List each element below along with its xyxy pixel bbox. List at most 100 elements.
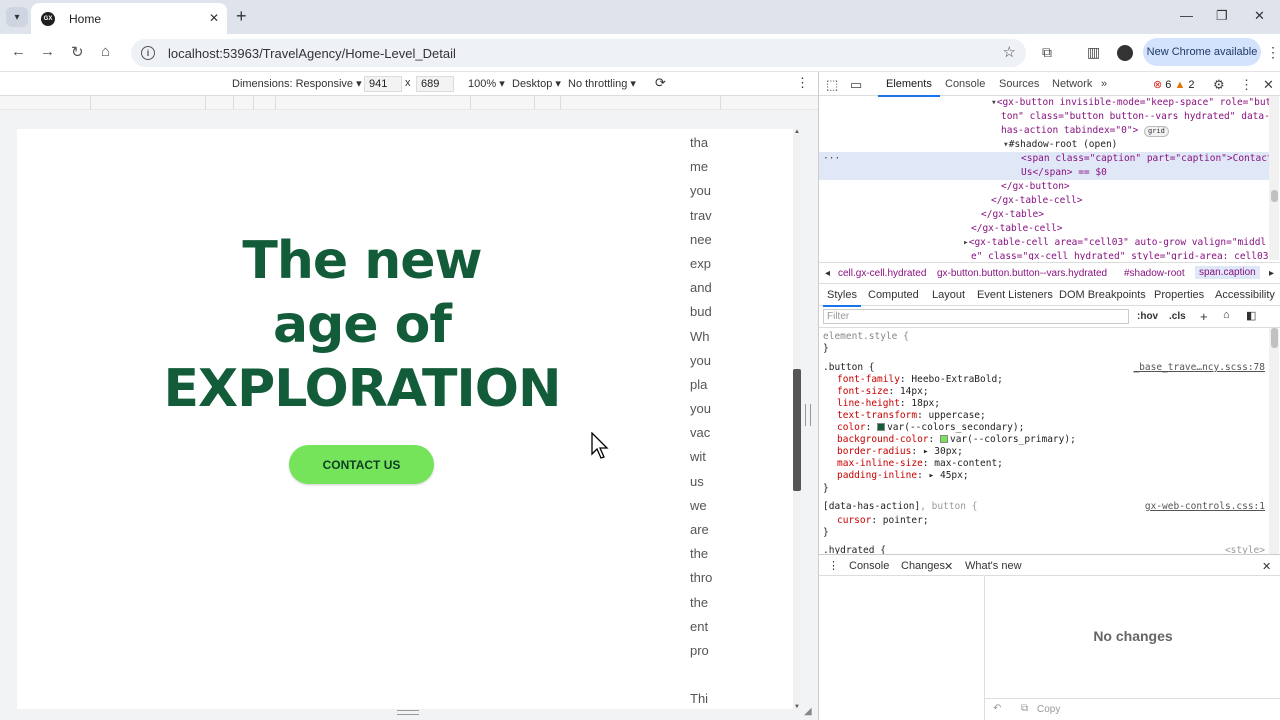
address-bar[interactable]: i localhost:53963/TravelAgency/Home-Leve… [131,39,1026,67]
devtools-more-icon[interactable]: ⋮ [1240,77,1253,93]
css-declaration[interactable]: font-family: Heebo-ExtraBold; [837,374,1003,386]
close-tab-icon[interactable]: ✕ [209,11,219,25]
new-rule-icon[interactable]: + [1200,309,1208,324]
styles-filter-input[interactable]: Filter [823,309,1129,324]
dom-line[interactable]: </gx-button> [1001,180,1070,194]
dom-line[interactable]: </gx-table> [981,208,1044,222]
tab-dom-breakpoints[interactable]: DOM Breakpoints [1059,289,1146,301]
cursor-declaration[interactable]: cursor: pointer; [837,515,929,527]
scroll-down-icon[interactable]: ▼ [793,704,801,710]
tab-styles[interactable]: Styles [823,289,861,307]
dom-tree[interactable]: ··· ▾<gx-button invisible-mode="keep-spa… [819,96,1271,260]
sidebar-toggle-icon[interactable]: ◧ [1246,309,1256,322]
tab-accessibility[interactable]: Accessibility [1215,289,1275,301]
width-input[interactable]: 941 [364,76,402,92]
css-declaration[interactable]: border-radius: ▸ 30px; [837,446,963,458]
dimensions-dropdown[interactable]: Dimensions: Responsive ▾ [232,77,362,90]
css-declaration[interactable]: font-size: 14px; [837,386,929,398]
tab-network[interactable]: Network [1052,78,1092,90]
bottom-resize-handle[interactable] [397,710,419,715]
new-tab-icon[interactable]: + [236,7,247,25]
scroll-up-icon[interactable]: ▲ [793,129,801,135]
tab-search-chevron-icon[interactable]: ▾ [6,7,28,27]
crumb-item[interactable]: #shadow-root [1124,268,1185,279]
css-declaration[interactable]: color: var(--colors_secondary); [837,422,1024,434]
url-text[interactable]: localhost:53963/TravelAgency/Home-Level_… [168,46,456,61]
close-devtools-icon[interactable]: ✕ [1263,77,1274,93]
extensions-icon[interactable]: ⧉ [1042,44,1052,61]
color-swatch[interactable] [939,435,948,443]
corner-resize-handle[interactable]: ◢ [804,706,812,717]
media-query-ruler[interactable] [0,96,818,110]
settings-gear-icon[interactable]: ⚙ [1213,77,1225,93]
close-window-icon[interactable]: ✕ [1254,8,1265,24]
drawer-menu-icon[interactable]: ⋮ [828,559,839,572]
css-declaration[interactable]: line-height: 18px; [837,398,940,410]
tab-elements[interactable]: Elements [878,78,940,97]
dom-line[interactable]: e" class="gx-cell hydrated" style="grid-… [971,250,1271,260]
crumb-item[interactable]: cell.gx-cell.hydrated [838,268,926,279]
site-info-icon[interactable]: i [141,46,155,60]
more-menu-icon[interactable]: ⋮ [1266,44,1280,61]
scrollbar-thumb[interactable] [793,369,801,491]
more-tabs-icon[interactable]: » [1101,78,1107,90]
minimize-icon[interactable]: — [1180,8,1193,23]
browser-tab[interactable]: GX Home ✕ [31,3,227,34]
height-input[interactable]: 689 [416,76,454,92]
color-swatch[interactable] [877,423,886,431]
tab-properties[interactable]: Properties [1154,289,1204,301]
dom-scroll-thumb[interactable] [1271,190,1278,202]
device-toggle-icon[interactable]: ▭ [850,77,862,93]
rotate-icon[interactable]: ⟳ [655,75,666,91]
reload-icon[interactable]: ↻ [71,43,84,61]
css-declaration[interactable]: background-color: var(--colors_primary); [837,434,1076,446]
home-icon[interactable]: ⌂ [101,43,110,60]
expand-arrow-icon[interactable]: ▸ [929,470,940,481]
button-rule-source-link[interactable]: _base_trave…ncy.scss:78 [1133,362,1265,374]
crumb-item-selected[interactable]: span.caption [1195,266,1260,279]
cls-toggle[interactable]: .cls [1169,311,1186,322]
crumb-scroll-right-icon[interactable]: ▸ [1269,268,1274,279]
dom-line[interactable]: ▾#shadow-root (open) [1003,138,1117,152]
crumb-item[interactable]: gx-button.button.button--vars.hydrated [937,268,1107,279]
inspect-element-icon[interactable]: ⬚ [826,77,838,93]
throttling-dropdown[interactable]: No throttling ▾ [568,77,636,90]
back-icon[interactable]: ← [11,43,26,60]
device-more-icon[interactable]: ⋮ [796,75,809,91]
maximize-icon[interactable]: ❐ [1216,8,1228,24]
css-declaration[interactable]: text-transform: uppercase; [837,410,986,422]
drawer-tab-whats-new[interactable]: What's new [965,560,1022,572]
hov-toggle[interactable]: :hov [1137,311,1158,322]
paint-icon[interactable]: ⌂ [1223,309,1230,321]
copy-icon[interactable]: ⧉ [1021,703,1028,714]
css-declaration[interactable]: max-inline-size: max-content; [837,458,1003,470]
tab-sources[interactable]: Sources [999,78,1039,90]
dom-line[interactable]: ▸<gx-table-cell area="cell03" auto-grow … [963,236,1266,250]
issues-counter[interactable]: ⊗ 6 ▲ 2 [1153,78,1195,91]
tab-event-listeners[interactable]: Event Listeners [977,289,1053,301]
tab-console[interactable]: Console [945,78,985,90]
expand-arrow-icon[interactable]: ▸ [923,446,934,457]
dom-line[interactable]: has-action tabindex="0"> grid [1001,124,1169,138]
dom-line[interactable]: </gx-table-cell> [991,194,1083,208]
forward-icon[interactable]: → [40,43,55,60]
grid-badge[interactable]: grid [1144,126,1169,137]
zoom-dropdown[interactable]: 100% ▾ [468,77,505,90]
action-rule-source-link[interactable]: gx-web-controls.css:1 [1145,501,1265,513]
right-resize-handle[interactable] [805,404,811,426]
dom-line[interactable]: <span class="caption" part="caption">Con… [1021,152,1271,166]
page-scrollbar[interactable]: ▲ ▼ [793,129,801,710]
new-chrome-available-button[interactable]: New Chrome available [1143,38,1261,66]
device-type-dropdown[interactable]: Desktop ▾ [512,77,561,90]
drawer-tab-changes[interactable]: Changes [896,560,950,578]
close-drawer-icon[interactable]: ✕ [1262,560,1271,573]
close-changes-tab-icon[interactable]: ✕ [944,560,953,573]
copy-label[interactable]: Copy [1037,704,1060,715]
side-panel-icon[interactable]: ▥ [1087,44,1100,61]
dom-line[interactable]: ton" class="button button--vars hydrated… [1001,110,1270,124]
revert-icon[interactable]: ↶ [993,703,1001,714]
tab-computed[interactable]: Computed [868,289,919,301]
styles-scrollbar[interactable] [1269,328,1279,554]
dom-scrollbar[interactable] [1269,96,1279,260]
tab-layout[interactable]: Layout [932,289,965,301]
